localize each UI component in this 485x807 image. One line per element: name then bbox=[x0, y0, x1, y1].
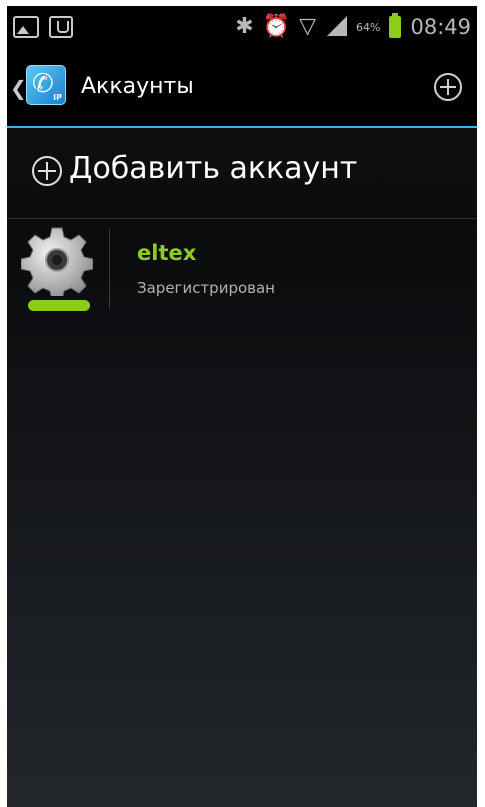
battery-icon bbox=[389, 13, 402, 38]
usb-icon bbox=[49, 16, 73, 38]
add-account-action-icon[interactable] bbox=[433, 72, 463, 102]
phone-screen: ✱ ⏰ ▽ 64% 08:49 ❮ ✆ IP Аккаунты Добавить bbox=[7, 6, 477, 807]
plus-circle-icon bbox=[32, 156, 62, 186]
page-title: Аккаунты bbox=[81, 74, 194, 99]
battery-percent: 64% bbox=[356, 20, 381, 34]
vertical-divider bbox=[109, 229, 110, 309]
phone-handset-icon: ✆ bbox=[32, 69, 54, 99]
action-bar: ❮ ✆ IP Аккаунты bbox=[7, 54, 477, 128]
picture-icon bbox=[13, 16, 39, 38]
registration-status-bar bbox=[28, 300, 90, 311]
add-account-label: Добавить аккаунт bbox=[69, 151, 358, 186]
system-icons: ✱ ⏰ ▽ 64% 08:49 bbox=[235, 13, 471, 40]
alarm-icon: ⏰ bbox=[262, 14, 291, 39]
app-icon-badge: IP bbox=[53, 93, 62, 102]
add-account-button[interactable]: Добавить аккаунт bbox=[7, 128, 477, 219]
app-icon[interactable]: ✆ IP bbox=[26, 65, 66, 105]
account-name: eltex bbox=[137, 241, 197, 265]
bluetooth-icon: ✱ bbox=[235, 14, 254, 39]
back-chevron-icon[interactable]: ❮ bbox=[10, 78, 27, 98]
signal-icon bbox=[325, 16, 348, 38]
account-status: Зарегистрирован bbox=[137, 279, 275, 297]
status-bar: ✱ ⏰ ▽ 64% 08:49 bbox=[7, 6, 477, 54]
wifi-icon: ▽ bbox=[299, 14, 317, 39]
account-list-item[interactable]: eltex Зарегистрирован bbox=[7, 219, 477, 319]
notification-icons bbox=[13, 16, 73, 38]
gear-icon bbox=[21, 227, 93, 296]
clock: 08:49 bbox=[410, 15, 471, 39]
